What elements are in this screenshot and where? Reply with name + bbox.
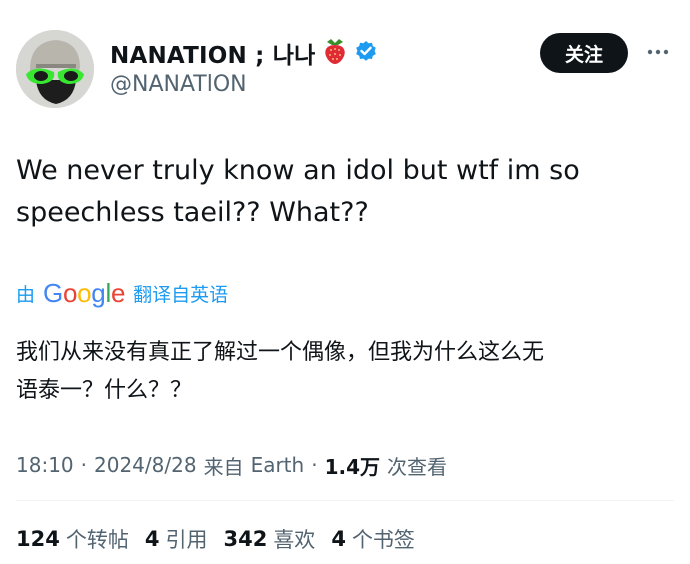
views-label: 次查看 [387, 454, 447, 479]
meta-separator: · [311, 453, 318, 477]
bookmarks-count: 4 [331, 527, 346, 551]
translated-text-line: 我们从来没有真正了解过一个偶像，但我为什么这么无 [16, 340, 545, 365]
engagement-stats: 124 个转帖 4 引用 342 喜欢 4 个书签 [16, 521, 431, 557]
tweet-text-line: speechless taeil?? What?? [16, 197, 369, 228]
tweet-meta: 18:10 · 2024/8/28 来自 Earth · 1.4万 次查看 [16, 448, 447, 482]
source-prefix: 来自 [203, 454, 244, 479]
tweet-source: Earth [250, 453, 305, 477]
views-count: 1.4万 [324, 454, 380, 479]
tweet-time[interactable]: 18:10 [16, 453, 74, 477]
more-dots-icon[interactable] [646, 42, 670, 62]
reposts-count: 124 [16, 527, 60, 551]
reposts-label: 个转帖 [65, 528, 129, 552]
likes-stat[interactable]: 342 喜欢 [223, 524, 315, 554]
strawberry-icon [322, 37, 348, 69]
author-name-row[interactable]: NANATION ; 나나 [110, 36, 378, 70]
divider [16, 500, 674, 501]
translation-attribution[interactable]: 由 Google 翻译自英语 [16, 276, 228, 310]
meta-separator: · [80, 453, 87, 477]
tweet-text-line: We never truly know an idol but wtf im s… [16, 155, 580, 186]
follow-button[interactable]: 关注 [540, 33, 628, 73]
reposts-stat[interactable]: 124 个转帖 [16, 524, 129, 554]
avatar[interactable] [16, 30, 94, 108]
verified-badge-icon[interactable] [354, 39, 378, 67]
translated-text: 我们从来没有真正了解过一个偶像，但我为什么这么无 语泰一？什么？？ [16, 334, 666, 410]
quotes-count: 4 [144, 527, 160, 551]
translated-from-link[interactable]: 翻译自英语 [133, 280, 228, 307]
tweet-text: We never truly know an idol but wtf im s… [16, 150, 656, 234]
translated-by-label: 由 [16, 283, 36, 306]
author-handle[interactable]: @NANATlON [110, 72, 247, 97]
bookmarks-label: 个书签 [351, 528, 415, 552]
quotes-stat[interactable]: 4 引用 [145, 524, 208, 554]
translated-text-line: 语泰一？什么？？ [16, 378, 193, 403]
tweet-date[interactable]: 2024/8/28 [94, 453, 197, 477]
avatar-image [16, 30, 94, 108]
quotes-label: 引用 [165, 528, 208, 552]
likes-count: 342 [223, 527, 268, 551]
author-display-name[interactable]: NANATION ; 나나 [110, 36, 316, 70]
likes-label: 喜欢 [273, 528, 316, 552]
bookmarks-stat[interactable]: 4 个书签 [331, 524, 415, 554]
google-logo: Google [43, 277, 126, 308]
